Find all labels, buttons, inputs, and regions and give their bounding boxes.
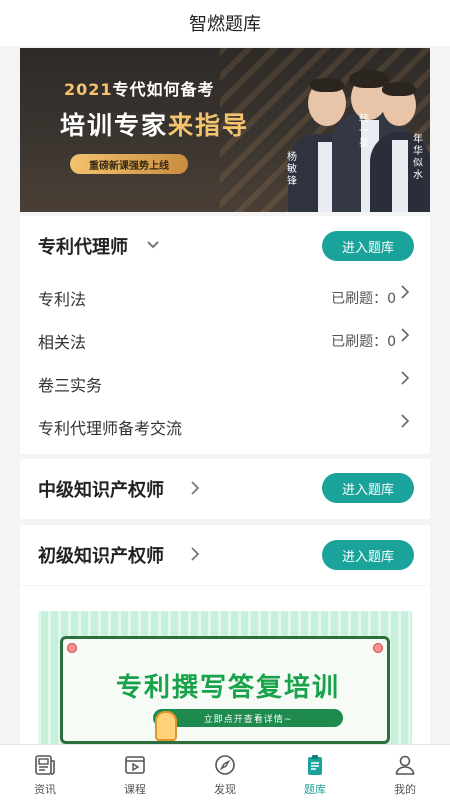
user-icon	[395, 755, 415, 775]
tab-label: 题库	[304, 783, 326, 796]
pin-icon	[373, 643, 383, 653]
tab-label: 资讯	[34, 783, 56, 796]
banner-badge: 重磅新课强势上线	[70, 154, 188, 174]
page-title: 智燃题库	[189, 14, 261, 35]
promo-title: 专利撰写答复培训	[115, 673, 340, 703]
teacher-name: 韩一星	[359, 114, 369, 149]
chevron-right-icon	[400, 413, 410, 434]
chevron-right-icon	[400, 284, 410, 305]
tab-discover[interactable]: 发现	[180, 745, 270, 800]
section-title[interactable]: 中级知识产权师	[38, 476, 164, 502]
chevron-right-icon[interactable]	[190, 480, 200, 500]
promo-card[interactable]: 专利撰写答复培训 立即点开查看详情~	[20, 586, 430, 744]
section-title[interactable]: 初级知识产权师	[38, 542, 164, 568]
tab-label: 课程	[124, 783, 146, 796]
bottom-tab-bar: 资讯 课程 发现 题库 我的	[0, 744, 450, 800]
pointing-hand-icon	[155, 711, 177, 741]
chevron-right-icon[interactable]	[190, 546, 200, 566]
tab-label: 发现	[214, 783, 236, 796]
tab-course[interactable]: 课程	[90, 745, 180, 800]
pin-icon	[67, 643, 77, 653]
tab-label: 我的	[394, 783, 416, 796]
promo-cta[interactable]: 立即点开查看详情~	[153, 709, 343, 727]
list-item[interactable]: 卷三实务	[20, 362, 430, 405]
compass-icon	[215, 755, 235, 775]
course-icon	[125, 756, 145, 774]
teacher-name: 杨敏锋	[287, 152, 297, 187]
question-bank-icon	[308, 755, 322, 775]
chevron-right-icon	[400, 327, 410, 348]
enter-question-bank-button[interactable]: 进入题库	[322, 540, 414, 570]
section-header: 专利代理师 进入题库	[20, 216, 430, 276]
section-card: 初级知识产权师 进入题库	[20, 525, 430, 585]
row-count: 已刷题：0	[331, 291, 396, 307]
row-label: 卷三实务	[38, 376, 103, 395]
chevron-right-icon	[400, 370, 410, 391]
section-title[interactable]: 专利代理师	[38, 233, 128, 259]
section-card: 中级知识产权师 进入题库	[20, 459, 430, 519]
section-header: 初级知识产权师 进入题库	[20, 525, 430, 585]
banner-subheadline: 培训专家来指导	[60, 111, 250, 140]
row-label: 相关法	[38, 333, 87, 352]
enter-question-bank-button[interactable]: 进入题库	[322, 473, 414, 503]
list-item[interactable]: 专利代理师备考交流	[20, 405, 430, 448]
row-label: 专利代理师备考交流	[38, 419, 183, 438]
chevron-down-icon[interactable]	[146, 236, 160, 255]
list-item[interactable]: 专利法 已刷题：0	[20, 276, 430, 319]
list-item[interactable]: 相关法 已刷题：0	[20, 319, 430, 362]
tab-question-bank[interactable]: 题库	[270, 745, 360, 800]
news-icon	[35, 755, 55, 775]
enter-question-bank-button[interactable]: 进入题库	[322, 231, 414, 261]
tab-profile[interactable]: 我的	[360, 745, 450, 800]
row-count: 已刷题：0	[331, 334, 396, 350]
row-label: 专利法	[38, 290, 87, 309]
tab-news[interactable]: 资讯	[0, 745, 90, 800]
section-header: 中级知识产权师 进入题库	[20, 459, 430, 519]
teacher-name: 年华似水	[413, 134, 423, 181]
app-header: 智燃题库	[0, 0, 450, 46]
section-card: 专利代理师 进入题库 专利法 已刷题：0 相关法 已刷题：0 卷三实务 专利代理…	[20, 216, 430, 454]
banner-headline: 2021专代如何备考	[64, 80, 215, 99]
promo-banner[interactable]: 2021专代如何备考 培训专家来指导 重磅新课强势上线 杨敏锋 韩一星 年华似水	[20, 48, 430, 212]
promo-board: 专利撰写答复培训 立即点开查看详情~	[60, 636, 390, 744]
